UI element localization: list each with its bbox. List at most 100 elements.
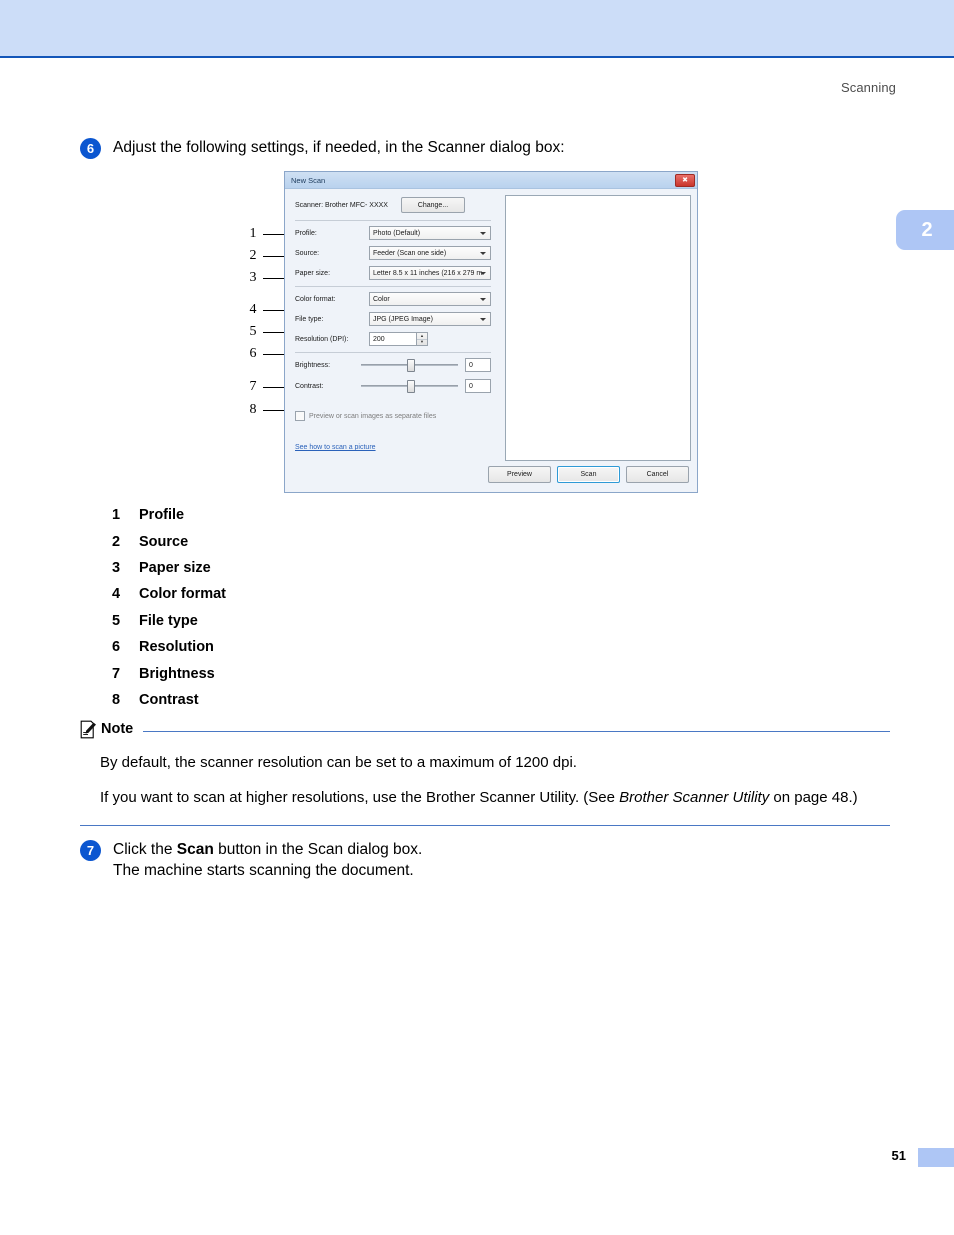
- step-7-text-after: button in the Scan dialog box.: [213, 841, 423, 858]
- help-link-row: See how to scan a picture: [295, 436, 501, 454]
- callout-2: 2: [247, 248, 287, 264]
- source-value: Feeder (Scan one side): [373, 249, 447, 257]
- legend-item-2: 2 Source: [112, 528, 512, 554]
- close-icon[interactable]: ✖: [675, 173, 695, 187]
- resolution-spin-buttons[interactable]: ▲ ▼: [417, 332, 428, 346]
- legend-item-8: 8 Contrast: [112, 687, 512, 713]
- legend-label-5: File type: [139, 612, 198, 629]
- legend-label-6: Resolution: [139, 639, 214, 656]
- new-scan-dialog: New Scan ✖ Scanner: Brother MFC- XXXX Ch…: [284, 171, 698, 493]
- dialog-titlebar: New Scan ✖: [285, 172, 697, 189]
- legend-number-5: 5: [112, 612, 121, 629]
- legend-item-3: 3 Paper size: [112, 555, 512, 581]
- note-bottom-rule: [80, 825, 890, 826]
- callout-1-number: 1: [249, 226, 257, 241]
- note-header-rule: [143, 730, 890, 732]
- cancel-button[interactable]: Cancel: [626, 466, 689, 483]
- callout-5: 5: [247, 324, 287, 340]
- figure-legend: 1 Profile 2 Source 3 Paper size 4 Color …: [112, 502, 512, 713]
- legend-number-1: 1: [112, 507, 121, 524]
- legend-number-6: 6: [112, 639, 121, 656]
- file-type-label: File type:: [295, 315, 324, 323]
- callout-6: 6: [247, 346, 287, 362]
- separate-files-checkbox-row[interactable]: Preview or scan images as separate files: [295, 411, 501, 421]
- chevron-down-icon: [480, 272, 486, 275]
- preview-button[interactable]: Preview: [488, 466, 551, 483]
- brightness-label: Brightness:: [295, 361, 331, 369]
- legend-label-8: Contrast: [139, 691, 199, 708]
- contrast-value[interactable]: 0: [465, 379, 491, 393]
- dialog-settings-column: Scanner: Brother MFC- XXXX Change... Pro…: [285, 189, 501, 491]
- source-row: Source: Feeder (Scan one side): [295, 246, 491, 260]
- scan-preview-pane[interactable]: [505, 195, 691, 461]
- chapter-tab-marker: 2: [896, 210, 954, 250]
- paper-size-value: Letter 8.5 x 11 inches (216 x 279 m: [373, 269, 483, 277]
- callout-8: 8: [247, 402, 287, 418]
- how-to-scan-link[interactable]: See how to scan a picture: [295, 444, 376, 451]
- step-7-bullet: 7: [80, 840, 101, 861]
- note-paragraph-2-italic: Brother Scanner Utility: [619, 789, 770, 806]
- resolution-row: Resolution (DPI): 200 ▲ ▼: [295, 332, 491, 346]
- file-type-row: File type: JPG (JPEG Image): [295, 312, 491, 326]
- settings-divider-3: [295, 352, 491, 353]
- resolution-label: Resolution (DPI):: [295, 335, 349, 343]
- legend-label-1: Profile: [139, 507, 185, 524]
- brightness-value[interactable]: 0: [465, 358, 491, 372]
- callout-8-number: 8: [249, 402, 257, 417]
- file-type-value: JPG (JPEG Image): [373, 315, 433, 323]
- profile-select[interactable]: Photo (Default): [369, 226, 491, 240]
- resolution-input[interactable]: 200: [369, 332, 417, 346]
- note-block: Note By default, the scanner resolution …: [80, 718, 890, 808]
- note-paragraph-2-before: If you want to scan at higher resolution…: [100, 789, 620, 806]
- brightness-slider[interactable]: [357, 358, 462, 372]
- color-format-label: Color format:: [295, 295, 336, 303]
- separate-files-checkbox[interactable]: [295, 411, 305, 421]
- profile-value: Photo (Default): [373, 229, 421, 237]
- dialog-body: Scanner: Brother MFC- XXXX Change... Pro…: [285, 189, 697, 491]
- contrast-slider[interactable]: [357, 379, 462, 393]
- step-7-text: Click the Scan button in the Scan dialog…: [113, 839, 422, 881]
- legend-number-7: 7: [112, 665, 121, 682]
- note-pencil-icon: [80, 720, 96, 738]
- legend-label-7: Brightness: [139, 665, 215, 682]
- note-paragraph-1: By default, the scanner resolution can b…: [100, 754, 577, 771]
- step-6-bullet: 6: [80, 138, 101, 159]
- spin-down-icon[interactable]: ▼: [417, 340, 427, 346]
- profile-row: Profile: Photo (Default): [295, 226, 491, 240]
- callout-7: 7: [247, 379, 287, 395]
- note-paragraph-2: If you want to scan at higher resolution…: [100, 787, 890, 808]
- callout-6-number: 6: [249, 346, 257, 361]
- callout-4: 4: [247, 302, 287, 318]
- contrast-label: Contrast:: [295, 382, 324, 390]
- chevron-down-icon: [480, 252, 486, 255]
- callout-5-number: 5: [249, 324, 257, 339]
- legend-number-3: 3: [112, 559, 121, 576]
- legend-number-8: 8: [112, 691, 121, 708]
- legend-item-6: 6 Resolution: [112, 634, 512, 660]
- note-header: Note: [80, 718, 890, 740]
- callout-1: 1: [247, 226, 287, 242]
- profile-label: Profile:: [295, 229, 317, 237]
- step-7-scan-bold: Scan: [176, 841, 214, 858]
- color-format-select[interactable]: Color: [369, 292, 491, 306]
- paper-size-select[interactable]: Letter 8.5 x 11 inches (216 x 279 m: [369, 266, 491, 280]
- legend-item-1: 1 Profile: [112, 502, 512, 528]
- step-7: 7 Click the Scan button in the Scan dial…: [80, 839, 422, 881]
- note-body: By default, the scanner resolution can b…: [100, 752, 890, 808]
- source-select[interactable]: Feeder (Scan one side): [369, 246, 491, 260]
- scanner-name-label: Scanner: Brother MFC- XXXX: [295, 201, 388, 209]
- scan-button[interactable]: Scan: [557, 466, 620, 483]
- resolution-stepper[interactable]: 200 ▲ ▼: [369, 332, 491, 346]
- callout-3-number: 3: [249, 270, 257, 285]
- change-scanner-button[interactable]: Change...: [400, 197, 465, 213]
- step-6: 6 Adjust the following settings, if need…: [80, 137, 565, 159]
- settings-divider-2: [295, 286, 491, 287]
- paper-size-row: Paper size: Letter 8.5 x 11 inches (216 …: [295, 266, 491, 280]
- brightness-slider-thumb[interactable]: [406, 359, 415, 372]
- page-number: 51: [891, 1148, 906, 1163]
- legend-label-3: Paper size: [139, 559, 211, 576]
- legend-item-7: 7 Brightness: [112, 660, 512, 686]
- callout-7-number: 7: [249, 379, 257, 394]
- file-type-select[interactable]: JPG (JPEG Image): [369, 312, 491, 326]
- contrast-slider-thumb[interactable]: [406, 380, 415, 393]
